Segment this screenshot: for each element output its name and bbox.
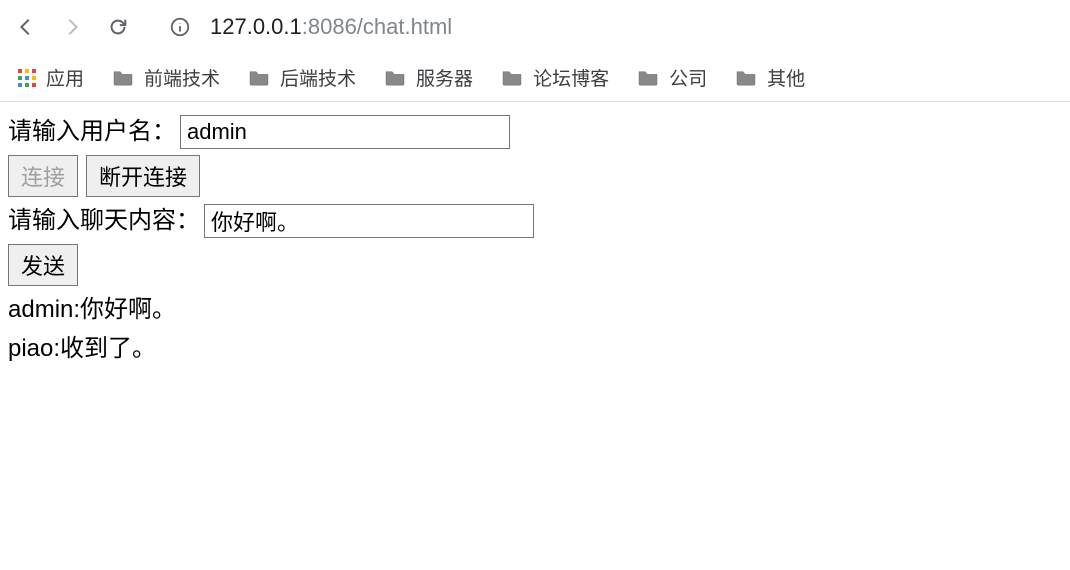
apps-label: 应用 — [46, 64, 84, 91]
bookmarks-bar: 应用 前端技术 后端技术 服务器 论坛博客 公司 其他 — [0, 54, 1070, 102]
browser-toolbar: 127.0.0.1:8086/chat.html — [0, 0, 1070, 54]
url-host: 127.0.0.1 — [210, 14, 302, 39]
bookmark-label: 后端技术 — [280, 64, 356, 91]
bookmark-folder-server[interactable]: 服务器 — [384, 64, 473, 91]
chat-line: piao:收到了。 — [8, 329, 1062, 369]
folder-icon — [248, 69, 270, 87]
bookmark-folder-forum[interactable]: 论坛博客 — [501, 64, 609, 91]
bookmark-folder-other[interactable]: 其他 — [735, 64, 805, 91]
bookmark-folder-company[interactable]: 公司 — [637, 64, 707, 91]
connect-button[interactable]: 连接 — [8, 155, 78, 197]
folder-icon — [384, 69, 406, 87]
folder-icon — [637, 69, 659, 87]
bookmark-label: 服务器 — [416, 64, 473, 91]
bookmark-folder-backend[interactable]: 后端技术 — [248, 64, 356, 91]
disconnect-button[interactable]: 断开连接 — [86, 155, 200, 197]
folder-icon — [735, 69, 757, 87]
back-button[interactable] — [12, 13, 40, 41]
bookmark-label: 公司 — [669, 64, 707, 91]
forward-button[interactable] — [58, 13, 86, 41]
apps-icon — [18, 69, 36, 87]
url-path: :8086/chat.html — [302, 14, 452, 39]
send-button[interactable]: 发送 — [8, 244, 78, 286]
bookmark-label: 论坛博客 — [533, 64, 609, 91]
message-input[interactable] — [204, 204, 534, 238]
folder-icon — [501, 69, 523, 87]
bookmark-label: 前端技术 — [144, 64, 220, 91]
page-body: 请输入用户名： 连接 断开连接 请输入聊天内容： 发送 admin:你好啊。 p… — [0, 102, 1070, 379]
apps-shortcut[interactable]: 应用 — [18, 64, 84, 91]
url-text: 127.0.0.1:8086/chat.html — [210, 14, 452, 40]
site-info-icon[interactable] — [168, 15, 192, 39]
reload-button[interactable] — [104, 13, 132, 41]
username-input[interactable] — [180, 115, 510, 149]
message-label: 请输入聊天内容： — [8, 201, 200, 242]
username-label: 请输入用户名： — [8, 112, 176, 153]
bookmark-folder-frontend[interactable]: 前端技术 — [112, 64, 220, 91]
chat-log: admin:你好啊。 piao:收到了。 — [8, 290, 1062, 369]
bookmark-label: 其他 — [767, 64, 805, 91]
chat-line: admin:你好啊。 — [8, 290, 1062, 330]
folder-icon — [112, 69, 134, 87]
address-bar[interactable]: 127.0.0.1:8086/chat.html — [168, 14, 1058, 40]
